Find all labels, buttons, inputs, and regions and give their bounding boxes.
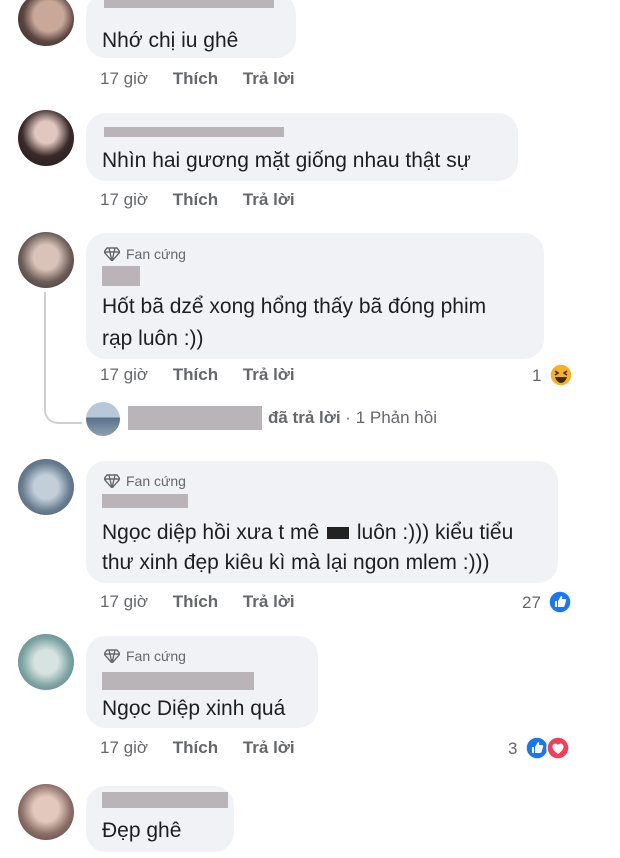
reaction-count[interactable]: 27 [522,593,541,613]
reply-link[interactable]: Trả lời [243,365,295,385]
comment-text-line2: rạp luôn :)) [102,327,204,350]
badge-fan-cung: Fan cứng [104,648,186,664]
comment-text: Đẹp ghê [102,819,182,842]
badge-fan-cung: Fan cứng [104,246,186,262]
comment-text-line2: thư xinh đẹp kiêu kì mà lại ngon mlem :)… [102,551,490,574]
like-reaction-icon[interactable] [548,590,572,614]
comment-time[interactable]: 17 giờ [100,365,148,385]
like-link[interactable]: Thích [173,190,218,210]
reply-link[interactable]: Trả lời [243,190,295,210]
haha-reaction-icon[interactable] [549,363,573,387]
like-link[interactable]: Thích [173,738,218,758]
like-link[interactable]: Thích [173,69,218,89]
avatar[interactable] [18,459,74,515]
reply-link[interactable]: Trả lời [243,69,295,89]
love-reaction-icon[interactable] [546,736,570,760]
comment-actions: 17 giờ Thích Trả lời [100,69,295,89]
reply-count[interactable]: 1 Phản hồi [356,408,437,427]
avatar[interactable] [18,232,74,288]
like-link[interactable]: Thích [173,592,218,612]
separator: · [345,408,351,427]
thread-connector [44,292,82,424]
badge-fan-cung: Fan cứng [104,473,186,489]
redacted-name [104,127,284,137]
avatar[interactable] [18,0,74,46]
comment-time[interactable]: 17 giờ [100,738,148,758]
like-link[interactable]: Thích [173,365,218,385]
reply-summary[interactable]: đã trả lời · 1 Phản hồi [268,408,437,428]
comment-text: Nhớ chị iu ghê [102,29,239,52]
reaction-count[interactable]: 1 [532,366,541,386]
reaction-count[interactable]: 3 [508,739,517,759]
redacted-name [102,792,228,808]
comment-time[interactable]: 17 giờ [100,190,148,210]
redacted-name [102,494,188,508]
reply-avatar[interactable] [86,402,120,436]
replied-text: đã trả lời [268,408,341,427]
comment-actions: 17 giờ Thích Trả lời [100,738,295,758]
avatar[interactable] [18,110,74,166]
redacted-name [128,406,262,430]
avatar[interactable] [18,634,74,690]
comment-text-line1: Ngọc diệp hồi xưa t mê luôn :))) kiểu ti… [102,521,514,544]
redacted-name [102,266,140,286]
redacted-name [102,672,254,690]
diamond-icon [104,247,120,261]
comment-actions: 17 giờ Thích Trả lời [100,365,295,385]
avatar[interactable] [18,784,74,840]
comment-time[interactable]: 17 giờ [100,69,148,89]
redacted-word [327,527,350,540]
comment-time[interactable]: 17 giờ [100,592,148,612]
comment-text-line1: Hốt bã dzể xong hổng thấy bã đóng phim [102,295,487,318]
comment-actions: 17 giờ Thích Trả lời [100,190,295,210]
reply-link[interactable]: Trả lời [243,592,295,612]
comment-text: Nhìn hai gương mặt giống nhau thật sự [102,149,471,172]
diamond-icon [104,474,120,488]
diamond-icon [104,649,120,663]
reply-link[interactable]: Trả lời [243,738,295,758]
comment-actions: 17 giờ Thích Trả lời [100,592,295,612]
comment-text: Ngọc Diệp xinh quá [102,697,286,720]
redacted-name [104,0,274,8]
